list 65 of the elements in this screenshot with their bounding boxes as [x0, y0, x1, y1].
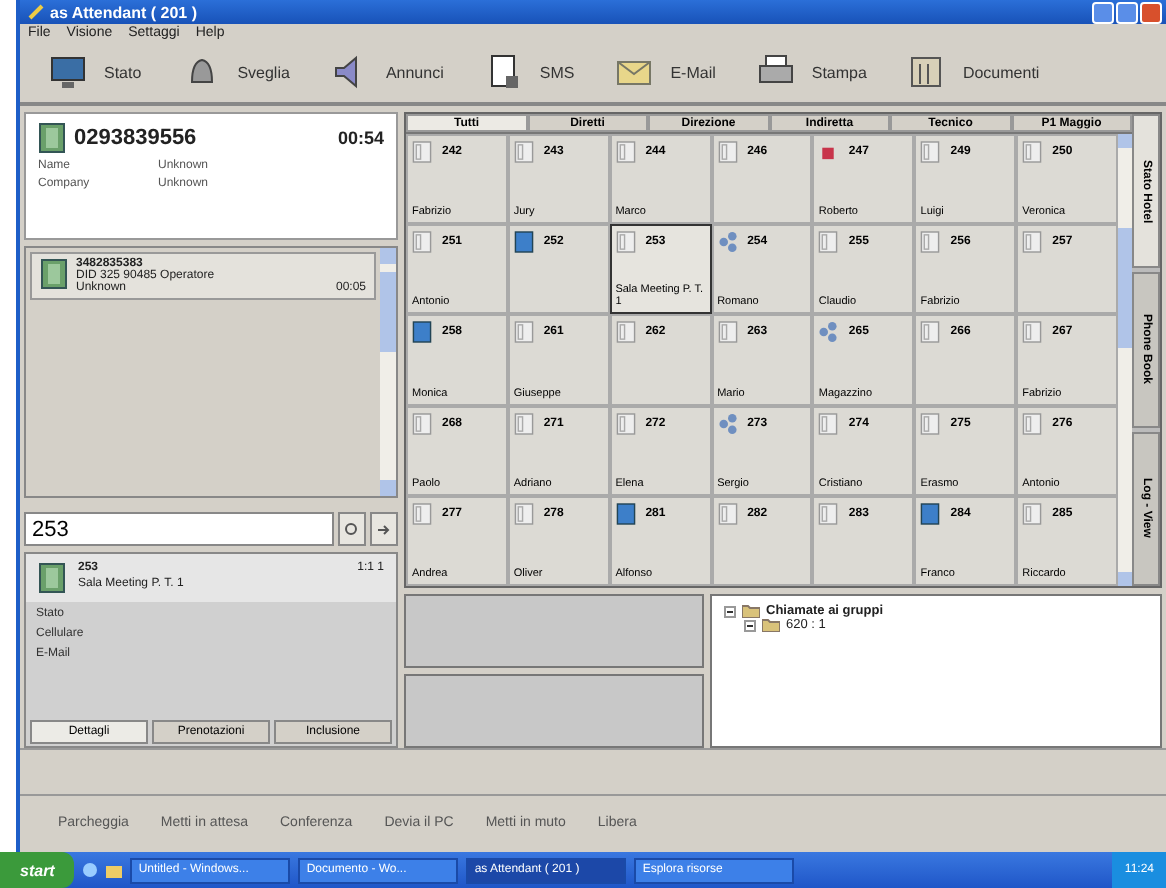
forward-button[interactable] — [370, 512, 398, 546]
collapse-icon[interactable] — [724, 605, 736, 617]
phone-icon — [615, 230, 636, 255]
toolbar-button[interactable]: Annunci — [321, 48, 452, 96]
phone-icon — [513, 320, 534, 345]
call-duration: 00:54 — [337, 128, 384, 148]
toolbar-button[interactable]: Stampa — [747, 48, 875, 96]
phone-icon — [513, 411, 534, 436]
phone-icon — [615, 411, 636, 436]
phone-icon — [615, 320, 636, 345]
group-icon — [717, 230, 738, 255]
phone-icon — [412, 140, 432, 164]
phone-icon — [920, 140, 941, 164]
phone-icon — [615, 140, 636, 164]
phone-icon — [1022, 320, 1043, 345]
arrow-icon — [376, 521, 392, 537]
scrollbar[interactable] — [380, 248, 396, 496]
phone-icon — [717, 140, 738, 164]
phone-icon — [1022, 230, 1043, 255]
phone-icon — [1022, 140, 1043, 164]
search-button[interactable] — [338, 512, 366, 546]
toolbar-button[interactable]: Documenti — [898, 48, 1048, 96]
monitor-icon — [48, 52, 88, 92]
toolbar-button[interactable]: Stato — [40, 48, 150, 96]
phone-icon — [717, 320, 738, 345]
browser-icon[interactable] — [82, 862, 99, 878]
phone-icon — [38, 562, 66, 594]
search-icon — [344, 521, 360, 537]
book-icon — [906, 52, 947, 92]
phone-icon — [38, 122, 66, 154]
minimize-button[interactable] — [1092, 1, 1114, 23]
caller-number: 0293839556 — [74, 126, 197, 150]
phone-icon — [920, 411, 941, 436]
phone-icon — [1022, 411, 1043, 436]
group-icon — [818, 320, 839, 345]
phone-icon — [412, 411, 432, 436]
toolbar-button[interactable]: Sveglia — [173, 48, 298, 96]
maximize-button[interactable] — [1116, 1, 1138, 23]
app-icon — [28, 4, 44, 20]
phone-icon — [412, 501, 432, 526]
phone-icon — [412, 320, 432, 345]
window-title: as Attendant ( 201 ) — [50, 3, 197, 21]
phone-icon — [920, 230, 941, 255]
phone-icon — [818, 411, 839, 436]
phone-icon — [1022, 501, 1043, 526]
close-button[interactable] — [1140, 1, 1162, 23]
phone-icon — [818, 501, 839, 526]
phone-icon — [513, 501, 534, 526]
phone-icon — [920, 320, 941, 345]
folder-icon[interactable] — [106, 862, 123, 878]
phone-icon — [920, 501, 941, 526]
toolbar-button[interactable]: SMS — [475, 48, 583, 96]
search-field[interactable]: 253 — [24, 512, 334, 546]
phone-icon — [40, 258, 68, 290]
scrollbar[interactable] — [1118, 134, 1132, 586]
phone-icon — [513, 140, 534, 164]
phone-icon — [615, 501, 636, 526]
phone-icon — [513, 230, 534, 255]
start-button[interactable]: start — [0, 852, 75, 888]
group-icon — [717, 411, 738, 436]
phone-icon — [717, 501, 738, 526]
collapse-icon[interactable] — [744, 619, 756, 631]
toolbar-button[interactable]: E-Mail — [606, 48, 724, 96]
phone-icon — [412, 230, 432, 255]
phone-icon — [818, 230, 839, 255]
